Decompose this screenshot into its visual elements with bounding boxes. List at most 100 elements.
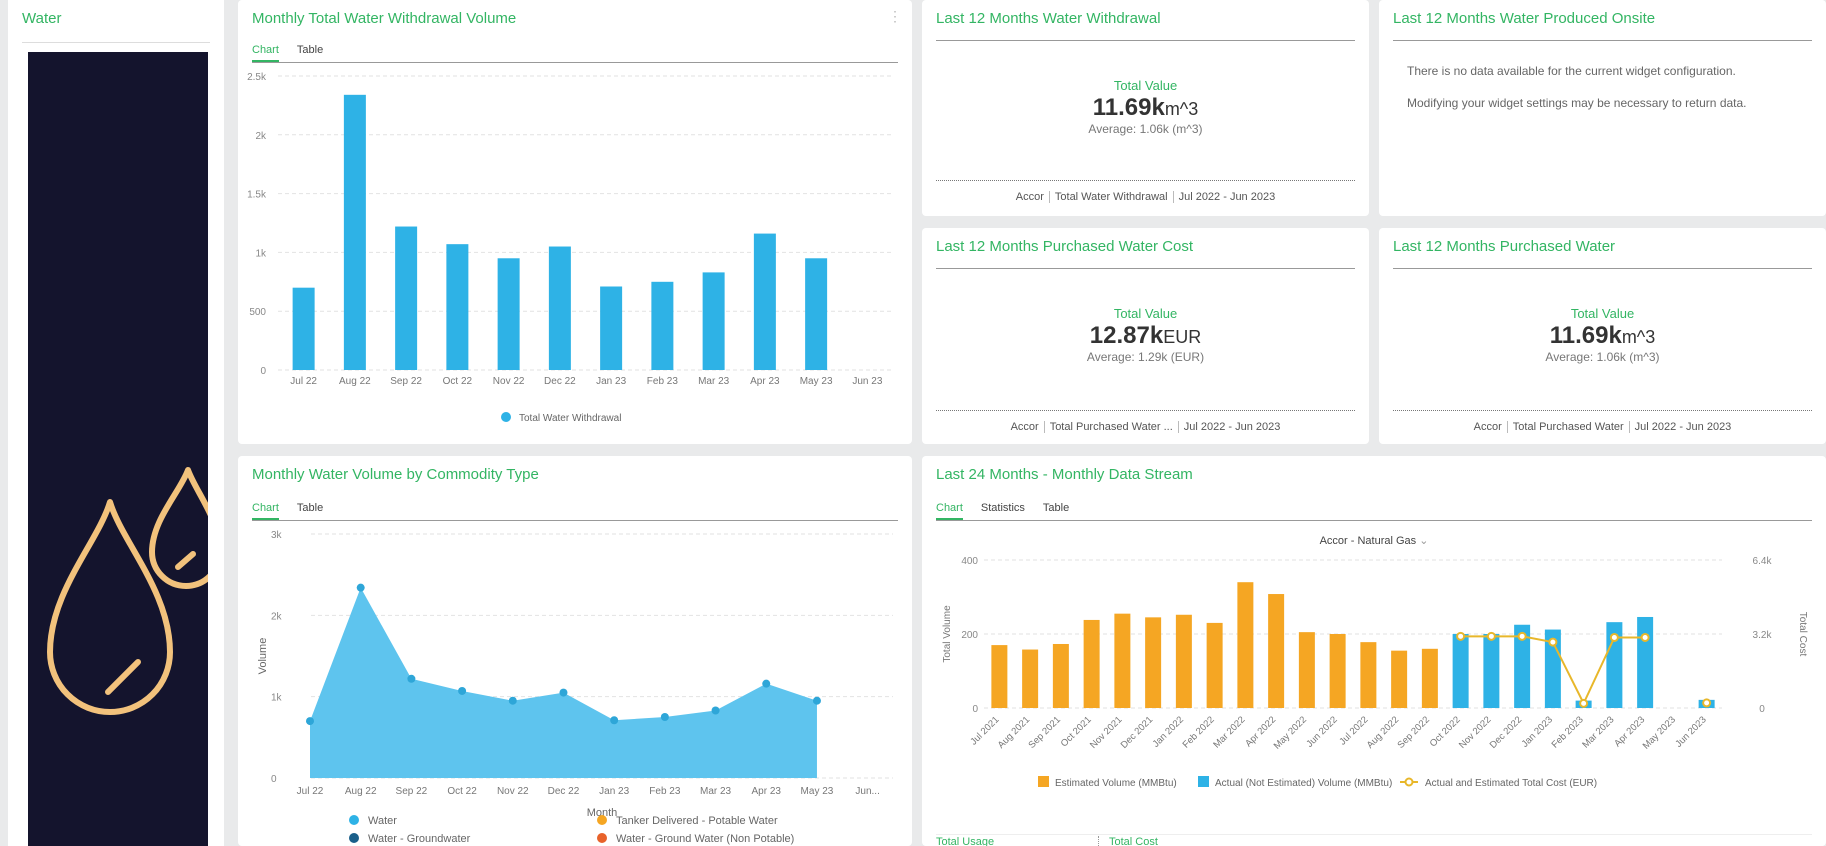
kpi-average: Average: 1.29k (EUR) xyxy=(1086,350,1205,364)
x-tick-label: Dec 22 xyxy=(548,786,580,797)
widget-title[interactable]: Last 12 Months Purchased Water xyxy=(1393,238,1615,255)
kpi-separator xyxy=(1393,410,1812,411)
kpi-average: Average: 1.06k (m^3) xyxy=(1545,350,1660,364)
total-usage-label[interactable]: Total Usage xyxy=(936,836,994,846)
widget-title[interactable]: Monthly Water Volume by Commodity Type xyxy=(252,466,539,483)
title-divider xyxy=(936,268,1355,269)
data-point xyxy=(458,686,467,695)
title-divider xyxy=(936,40,1355,41)
bar-estimated xyxy=(1175,614,1192,708)
widget-purchased-water: Last 12 Months Purchased Water Total Val… xyxy=(1379,228,1826,444)
bar xyxy=(548,246,571,370)
bar-estimated xyxy=(1360,642,1377,708)
bar-estimated xyxy=(1114,613,1131,708)
bar-actual xyxy=(1637,616,1654,708)
title-divider xyxy=(1393,268,1812,269)
x-tick-label: Jan 23 xyxy=(599,786,629,797)
bar-estimated xyxy=(1237,582,1254,708)
x-tick-label: Jan 2023 xyxy=(1520,714,1555,749)
x-tick-label: Dec 2021 xyxy=(1119,714,1156,751)
x-tick-label: Sep 2021 xyxy=(1026,714,1063,751)
cost-point xyxy=(1609,632,1619,642)
x-tick-label: Mar 2022 xyxy=(1211,714,1247,750)
x-tick-label: Oct 22 xyxy=(447,786,477,797)
x-tick-label: Jun 2022 xyxy=(1304,714,1339,749)
series-selector[interactable]: Accor - Natural Gas ⌄ xyxy=(922,534,1826,547)
widget-purchased-cost: Last 12 Months Purchased Water Cost Tota… xyxy=(922,228,1369,444)
x-tick-label: Mar 2023 xyxy=(1580,714,1616,750)
bar-estimated xyxy=(1421,648,1438,708)
x-tick-label: Feb 23 xyxy=(647,376,679,387)
x-tick-label: Dec 22 xyxy=(544,376,576,387)
kpi-label: Total Value xyxy=(1570,306,1635,321)
x-tick-label: Apr 23 xyxy=(752,786,782,797)
series-selector-label: Accor - Natural Gas xyxy=(1319,535,1417,547)
cost-point xyxy=(1486,631,1496,641)
data-point xyxy=(762,679,771,688)
sidebar-panel: Water xyxy=(8,0,224,846)
y-tick-label: 1.5k xyxy=(247,190,267,201)
y2-axis-label: Total Cost xyxy=(1797,612,1808,657)
data-point xyxy=(407,674,416,683)
bar xyxy=(395,226,418,370)
tab-table[interactable]: Table xyxy=(297,502,323,520)
tab-chart[interactable]: Chart xyxy=(936,502,963,520)
y-tick-label: 2k xyxy=(271,611,283,622)
x-tick-label: Aug 2022 xyxy=(1365,714,1402,751)
x-tick-label: May 2022 xyxy=(1272,714,1309,751)
data-point xyxy=(711,706,720,715)
tab-divider xyxy=(252,520,898,521)
x-tick-label: Sep 22 xyxy=(390,376,422,387)
kpi-number: 11.69k xyxy=(1092,94,1165,121)
widget-title[interactable]: Last 12 Months Water Produced Onsite xyxy=(1393,10,1655,27)
tab-table[interactable]: Table xyxy=(297,44,323,62)
widget-title[interactable]: Monthly Total Water Withdrawal Volume xyxy=(252,10,516,27)
bar-estimated xyxy=(1083,619,1100,708)
legend-label: Water - Ground Water (Non Potable) xyxy=(616,833,794,845)
sidebar-title[interactable]: Water xyxy=(22,10,61,27)
y-axis-label: Volume xyxy=(257,638,269,675)
kebab-menu-icon[interactable]: ⋮ xyxy=(888,8,902,25)
x-tick-label: Jan 2022 xyxy=(1151,714,1186,749)
bar-estimated xyxy=(1206,622,1223,708)
bar xyxy=(600,286,623,370)
kpi-value: 11.69km^3 xyxy=(922,94,1369,122)
x-tick-label: Nov 2022 xyxy=(1457,714,1494,751)
x-tick-label: Mar 23 xyxy=(698,376,730,387)
bar-estimated xyxy=(1298,632,1315,708)
bar-actual xyxy=(1483,634,1500,708)
y-tick-label: 1k xyxy=(255,248,267,259)
footer-period: Jul 2022 - Jun 2023 xyxy=(1172,191,1276,203)
legend-label: Total Water Withdrawal xyxy=(519,413,621,424)
legend-label: Water - Groundwater xyxy=(368,833,471,845)
widget-produced-onsite: Last 12 Months Water Produced Onsite The… xyxy=(1379,0,1826,216)
widget-title[interactable]: Last 12 Months Water Withdrawal xyxy=(936,10,1161,27)
sidebar-divider xyxy=(22,42,210,43)
legend-label: Estimated Volume (MMBtu) xyxy=(1055,778,1177,789)
tab-chart[interactable]: Chart xyxy=(252,502,279,520)
total-cost-label[interactable]: Total Cost xyxy=(1098,836,1158,846)
x-tick-label: Feb 23 xyxy=(649,786,681,797)
kpi-footer: Accor Total Purchased Water Jul 2022 - Jun… xyxy=(1379,421,1826,433)
data-point xyxy=(812,696,821,705)
widget-title[interactable]: Last 12 Months Purchased Water Cost xyxy=(936,238,1193,255)
tab-statistics[interactable]: Statistics xyxy=(981,502,1025,520)
tab-divider xyxy=(252,62,898,63)
x-tick-label: Aug 22 xyxy=(345,786,377,797)
x-tick-label: Aug 2021 xyxy=(996,714,1033,751)
bar xyxy=(343,94,366,370)
widget-title[interactable]: Last 24 Months - Monthly Data Stream xyxy=(936,466,1193,483)
cost-point xyxy=(1702,698,1712,708)
kpi-value: 12.87kEUR xyxy=(922,322,1369,350)
footer-period: Jul 2022 - Jun 2023 xyxy=(1177,421,1281,433)
bar-estimated xyxy=(1052,643,1069,708)
cost-point xyxy=(1548,637,1558,647)
no-data-message: There is no data available for the curre… xyxy=(1407,64,1736,78)
tab-chart[interactable]: Chart xyxy=(252,44,279,62)
kpi-label: Total Value xyxy=(1113,78,1178,93)
withdrawal-bar-chart: 0 500 1k 1.5k 2k 2.5k Jul 22 Aug 22 Sep 22 Oct 22… xyxy=(247,72,893,424)
tab-table[interactable]: Table xyxy=(1043,502,1069,520)
y2-tick-label: 3.2k xyxy=(1753,630,1773,641)
legend-marker xyxy=(1404,777,1414,787)
legend-label: Actual (Not Estimated) Volume (MMBtu) xyxy=(1215,778,1392,789)
